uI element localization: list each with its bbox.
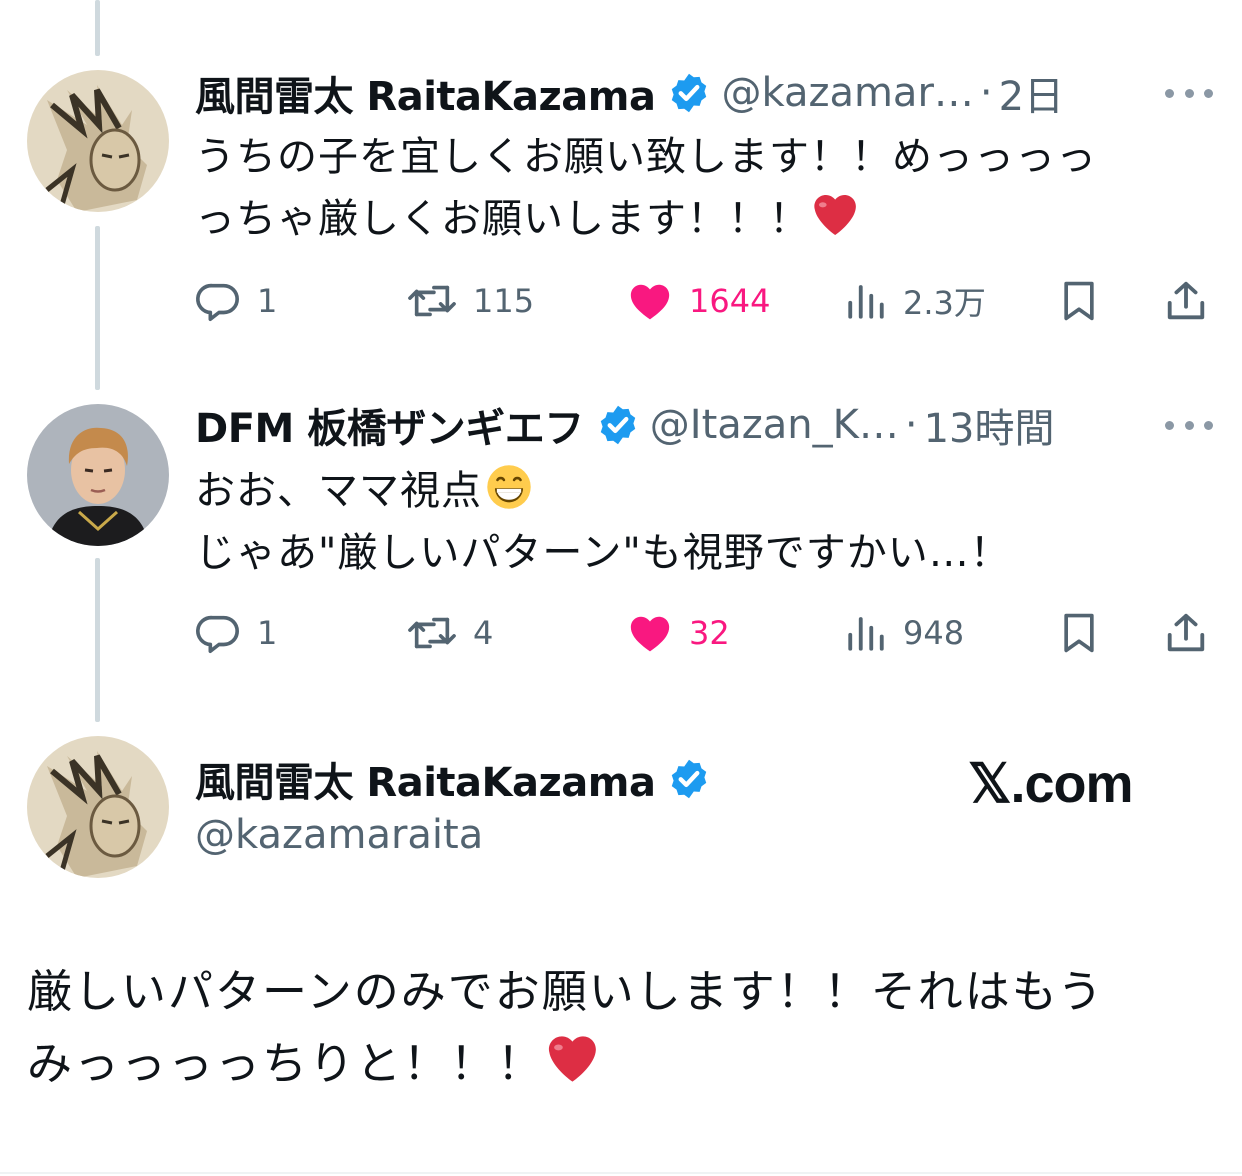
display-name[interactable]: 風間雷太 RaitaKazama: [195, 750, 656, 808]
heart-filled-icon: [630, 616, 670, 652]
repost-count: 115: [473, 282, 535, 320]
tweet-header: 風間雷太 RaitaKazama @kazamar… · 2日: [195, 68, 1064, 120]
verified-badge-icon: [667, 71, 711, 115]
x-com-watermark: 𝕏.com: [968, 754, 1134, 814]
bookmark-button[interactable]: [1057, 276, 1101, 326]
tweet-text-line: じゃあ"厳しいパターン"も視野ですかい…！: [195, 530, 1011, 576]
views-count: 2.3万: [903, 284, 986, 322]
repost-icon: [408, 617, 456, 649]
user-handle[interactable]: @kazamar…: [721, 70, 973, 116]
tweet-actions: 1 4 32 948: [195, 608, 1215, 658]
more-options-icon[interactable]: [1165, 83, 1213, 103]
repost-count: 4: [473, 614, 494, 652]
thread-line-top: [95, 0, 100, 56]
user-handle[interactable]: @kazamaraita: [195, 812, 483, 858]
thread-line-2: [95, 558, 100, 722]
views-chart-icon: [848, 617, 884, 651]
tweet-text: うちの子を宜しくお願い致します！！めっっっっ っちゃ厳しくお願いします！！！: [195, 126, 1205, 250]
like-button[interactable]: 32: [627, 608, 730, 658]
verified-badge-icon: [596, 403, 640, 447]
repost-icon: [408, 285, 456, 317]
red-heart-icon: [810, 192, 856, 238]
views-count: 948: [903, 614, 965, 652]
grinning-face-icon: [486, 464, 532, 510]
like-count: 1644: [689, 282, 771, 320]
timestamp[interactable]: 13時間: [924, 396, 1055, 454]
tweet-text-line: うちの子を宜しくお願い致します！！めっっっっ: [195, 134, 1097, 180]
avatar-itazan[interactable]: [27, 404, 169, 546]
timestamp[interactable]: 2日: [999, 64, 1064, 122]
views-button[interactable]: 2.3万: [845, 276, 986, 326]
repost-button[interactable]: 4: [407, 608, 493, 658]
tweet-text: おお、ママ視点 じゃあ"厳しいパターン"も視野ですかい…！: [195, 460, 1205, 584]
reply-icon: [196, 283, 239, 322]
separator-dot: ·: [904, 402, 918, 448]
main-tweet-header: 風間雷太 RaitaKazama: [195, 754, 721, 806]
share-icon: [1167, 613, 1205, 652]
verified-badge-icon: [667, 757, 711, 801]
views-button[interactable]: 948: [845, 608, 964, 658]
thread-line-1: [95, 226, 100, 390]
reply-button[interactable]: 1: [195, 608, 277, 658]
tweet-text-line: 厳しいパターンのみでお願いします！！それはもう: [27, 965, 1105, 1018]
bookmark-button[interactable]: [1057, 608, 1101, 658]
divider: [0, 1172, 1242, 1174]
display-name[interactable]: 風間雷太 RaitaKazama: [195, 64, 656, 122]
tweet-actions: 1 115 1644 2.3万: [195, 276, 1215, 326]
reply-button[interactable]: 1: [195, 276, 277, 326]
tweet-text-line: っちゃ厳しくお願いします！！！: [195, 196, 810, 242]
views-chart-icon: [848, 285, 884, 319]
tweet-text-line: みっっっっちりと！！！: [27, 1037, 545, 1090]
display-name[interactable]: DFM 板橋ザンギエフ: [195, 396, 584, 454]
reply-count: 1: [257, 282, 278, 320]
avatar-raitakazama[interactable]: [27, 70, 169, 212]
bookmark-icon: [1064, 613, 1094, 653]
heart-filled-icon: [630, 284, 670, 320]
separator-dot: ·: [979, 70, 993, 116]
tweet-text-line: おお、ママ視点: [195, 468, 482, 514]
reply-count: 1: [257, 614, 278, 652]
red-heart-icon: [544, 1033, 596, 1085]
reply-icon: [196, 615, 239, 654]
like-button[interactable]: 1644: [627, 276, 770, 326]
main-tweet-text: 厳しいパターンのみでお願いします！！それはもう みっっっっちりと！！！: [27, 956, 1104, 1100]
tweet-header: DFM 板橋ザンギエフ @Itazan_K… · 13時間: [195, 400, 1054, 452]
more-options-icon[interactable]: [1165, 415, 1213, 435]
user-handle[interactable]: @Itazan_K…: [650, 402, 899, 448]
like-count: 32: [689, 614, 730, 652]
avatar-raitakazama[interactable]: [27, 736, 169, 878]
bookmark-icon: [1064, 281, 1094, 321]
share-button[interactable]: [1163, 276, 1209, 326]
share-button[interactable]: [1163, 608, 1209, 658]
share-icon: [1167, 281, 1205, 320]
repost-button[interactable]: 115: [407, 276, 534, 326]
